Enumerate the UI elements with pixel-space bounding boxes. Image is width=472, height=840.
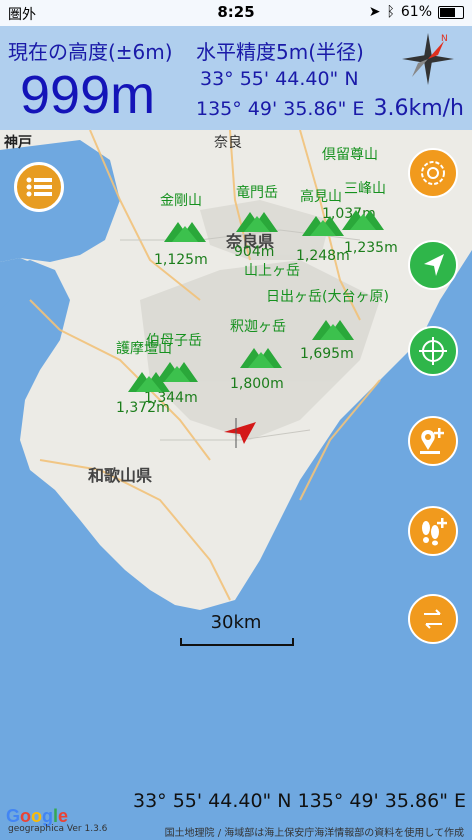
scale-bar: 30km (180, 612, 294, 646)
spiral-icon (421, 161, 445, 185)
swap-button[interactable] (408, 594, 458, 644)
battery-icon (438, 5, 464, 19)
scale-line (180, 638, 294, 646)
peak-elevation: 1,372m (116, 400, 170, 416)
longitude-value: 135° 49' 35.86" E (196, 98, 365, 120)
peak-name: 釈迦ヶ岳 (230, 319, 286, 335)
peak-name: 日出ヶ岳(大台ヶ原) (266, 289, 389, 305)
battery-percent: 61% (400, 4, 432, 20)
target-button[interactable] (408, 326, 458, 376)
info-panel: 現在の高度(±6m) 水平精度5m(半径) 999m 33° 55' 44.40… (0, 26, 472, 130)
current-location-icon (224, 418, 256, 448)
navigation-arrow-icon (424, 254, 444, 276)
peak-elevation: 904m (234, 244, 275, 260)
mountain-icon (236, 212, 278, 232)
altitude-value: 999m (20, 65, 156, 125)
peak-name: 山上ヶ岳 (244, 263, 300, 279)
menu-button[interactable] (14, 162, 64, 212)
latitude-value: 33° 55' 44.40" N (200, 68, 359, 90)
accuracy-label: 水平精度5m(半径) (196, 40, 364, 64)
peak-name: 倶留尊山 (322, 147, 378, 163)
peak-elevation: 1,695m (300, 346, 354, 362)
add-footprint-button[interactable] (408, 506, 458, 556)
status-icons: ➤ ᛒ 61% (369, 4, 464, 20)
peak-name: 竜門岳 (236, 185, 278, 201)
add-pin-button[interactable] (408, 416, 458, 466)
map-attribution: 国土地理院 / 海域部は海上保安庁海洋情報部の資料を使用して作成 (164, 828, 464, 839)
navigate-button[interactable] (408, 240, 458, 290)
scale-label: 30km (210, 612, 262, 633)
mountain-icon (128, 372, 170, 392)
mountain-icon (312, 320, 354, 340)
mountain-icon (342, 210, 384, 230)
crosshair-icon (419, 337, 447, 365)
speed-value: 3.6km/h (373, 96, 464, 121)
city-label-kobe: 神戸 (4, 135, 32, 151)
add-footprint-icon (422, 518, 447, 546)
mountain-icon (240, 348, 282, 368)
battery-level (440, 7, 455, 17)
prefecture-label-wakayama: 和歌山県 (88, 466, 153, 485)
add-pin-icon (420, 428, 444, 454)
svg-text:N: N (441, 34, 448, 44)
peak-name: 護摩壇山 (116, 341, 172, 357)
compass-icon[interactable]: N (398, 29, 458, 89)
city-label-nara: 奈良 (214, 135, 242, 151)
status-bar: 圏外 8:25 ➤ ᛒ 61% (0, 0, 472, 26)
peak-name: 金剛山 (160, 193, 202, 209)
altitude-label: 現在の高度(±6m) (8, 40, 173, 64)
bluetooth-icon: ᛒ (386, 4, 395, 20)
bottom-coordinates: 33° 55' 44.40" N 135° 49' 35.86" E (132, 790, 466, 812)
peak-elevation: 1,125m (154, 252, 208, 268)
peak-name: 高見山 (300, 189, 342, 205)
swap-icon (424, 609, 442, 629)
peak-elevation: 1,235m (344, 240, 398, 256)
location-arrow-icon: ➤ (368, 4, 381, 20)
mountain-icon (164, 222, 206, 242)
map-type-button[interactable] (408, 148, 458, 198)
menu-icon (26, 177, 52, 197)
version-label: geographica Ver 1.3.6 (8, 824, 108, 834)
peak-elevation: 1,800m (230, 376, 284, 392)
peak-name: 三峰山 (344, 181, 386, 197)
peak-elevation: 1,248m (296, 248, 350, 264)
